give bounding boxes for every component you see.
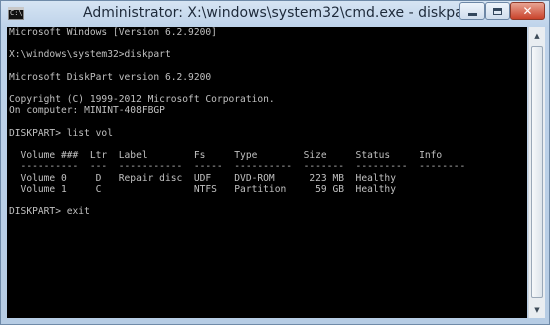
cmd-app-icon[interactable]: C:\	[8, 7, 24, 20]
scroll-down-icon[interactable]: ▼	[529, 301, 545, 318]
scroll-thumb[interactable]	[531, 46, 543, 298]
maximize-button[interactable]	[485, 2, 510, 20]
title-bar[interactable]: C:\ Administrator: X:\windows\system32\c…	[1, 1, 549, 27]
vertical-scrollbar[interactable]: ▲ ▼	[528, 27, 545, 318]
minimize-button[interactable]	[459, 2, 485, 20]
maximize-icon	[493, 7, 502, 15]
console-output[interactable]: Microsoft Windows [Version 6.2.9200] X:\…	[7, 27, 527, 318]
console-text: Microsoft Windows [Version 6.2.9200] X:\…	[9, 27, 466, 218]
scroll-up-icon[interactable]: ▲	[529, 27, 545, 44]
console-window: C:\ Administrator: X:\windows\system32\c…	[0, 0, 550, 325]
close-icon: ✕	[522, 4, 533, 18]
window-title: Administrator: X:\windows\system32\cmd.e…	[83, 5, 475, 21]
close-button[interactable]: ✕	[510, 2, 545, 20]
minimize-icon	[467, 12, 477, 16]
